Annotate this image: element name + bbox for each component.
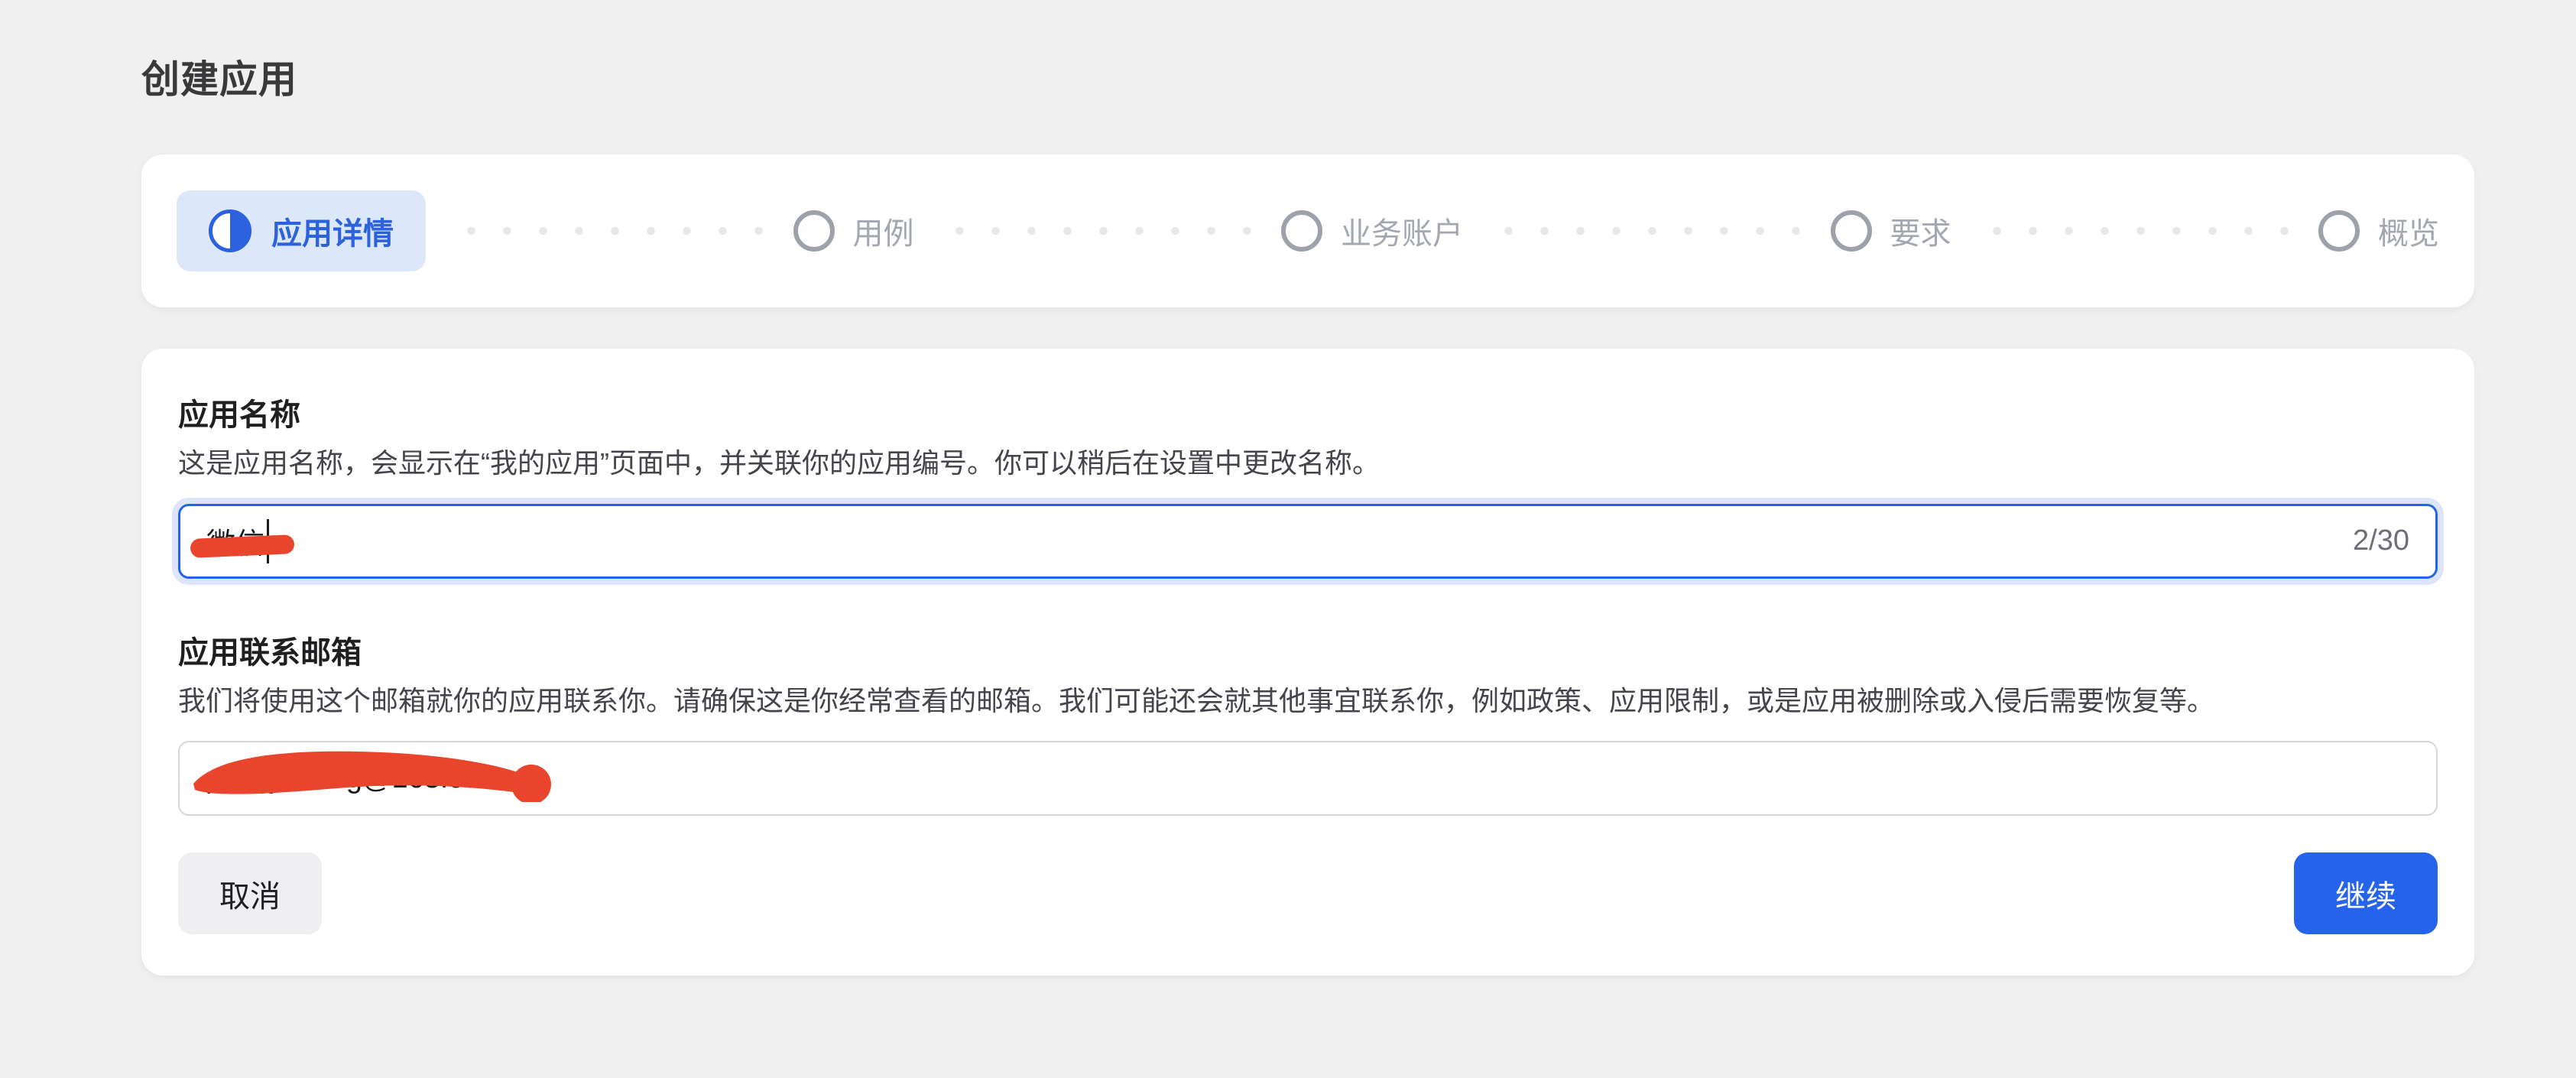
empty-circle-icon xyxy=(793,210,835,252)
step-use-case[interactable]: 用例 xyxy=(793,209,914,253)
wizard-stepper: 应用详情 用例 业务账户 要求 概览 xyxy=(177,190,2439,271)
contact-email-input[interactable]: pengjinming@163.com xyxy=(178,741,2438,816)
half-filled-circle-icon xyxy=(209,209,251,252)
step-separator-dots xyxy=(942,226,1254,235)
app-name-value: 微信 xyxy=(206,520,264,562)
cancel-button[interactable]: 取消 xyxy=(178,852,322,934)
step-label: 概览 xyxy=(2378,209,2439,253)
empty-circle-icon xyxy=(2318,210,2360,252)
app-name-description: 这是应用名称，会显示在“我的应用”页面中，并关联你的应用编号。你可以稍后在设置中… xyxy=(178,445,2438,482)
app-name-input[interactable]: 微信 2/30 xyxy=(178,504,2438,579)
step-label: 应用详情 xyxy=(271,209,394,253)
char-counter: 2/30 xyxy=(2353,524,2409,557)
step-label: 业务账户 xyxy=(1341,209,1463,253)
app-name-label: 应用名称 xyxy=(178,390,2438,434)
step-label: 要求 xyxy=(1890,209,1951,253)
step-separator-dots xyxy=(453,226,766,235)
contact-email-description: 我们将使用这个邮箱就你的应用联系你。请确保这是你经常查看的邮箱。我们可能还会就其… xyxy=(178,683,2438,720)
page-title: 创建应用 xyxy=(141,0,2474,104)
step-label: 用例 xyxy=(853,209,914,253)
contact-email-label: 应用联系邮箱 xyxy=(178,628,2438,672)
step-overview[interactable]: 概览 xyxy=(2318,209,2439,253)
form-actions: 取消 继续 xyxy=(178,852,2438,934)
step-app-details[interactable]: 应用详情 xyxy=(177,190,426,271)
contact-email-value: pengjinming@163.com xyxy=(206,762,503,795)
step-separator-dots xyxy=(1979,226,2292,235)
page-content: 创建应用 应用详情 用例 业务账户 要求 xyxy=(141,0,2474,976)
step-business-account[interactable]: 业务账户 xyxy=(1281,209,1463,253)
app-details-form-card: 应用名称 这是应用名称，会显示在“我的应用”页面中，并关联你的应用编号。你可以稍… xyxy=(141,349,2474,976)
step-separator-dots xyxy=(1491,226,1803,235)
step-requirements[interactable]: 要求 xyxy=(1831,209,1951,253)
empty-circle-icon xyxy=(1831,210,1872,252)
stepper-card: 应用详情 用例 业务账户 要求 概览 xyxy=(141,154,2474,307)
empty-circle-icon xyxy=(1281,210,1322,252)
text-caret xyxy=(267,519,269,563)
continue-button[interactable]: 继续 xyxy=(2294,852,2438,934)
